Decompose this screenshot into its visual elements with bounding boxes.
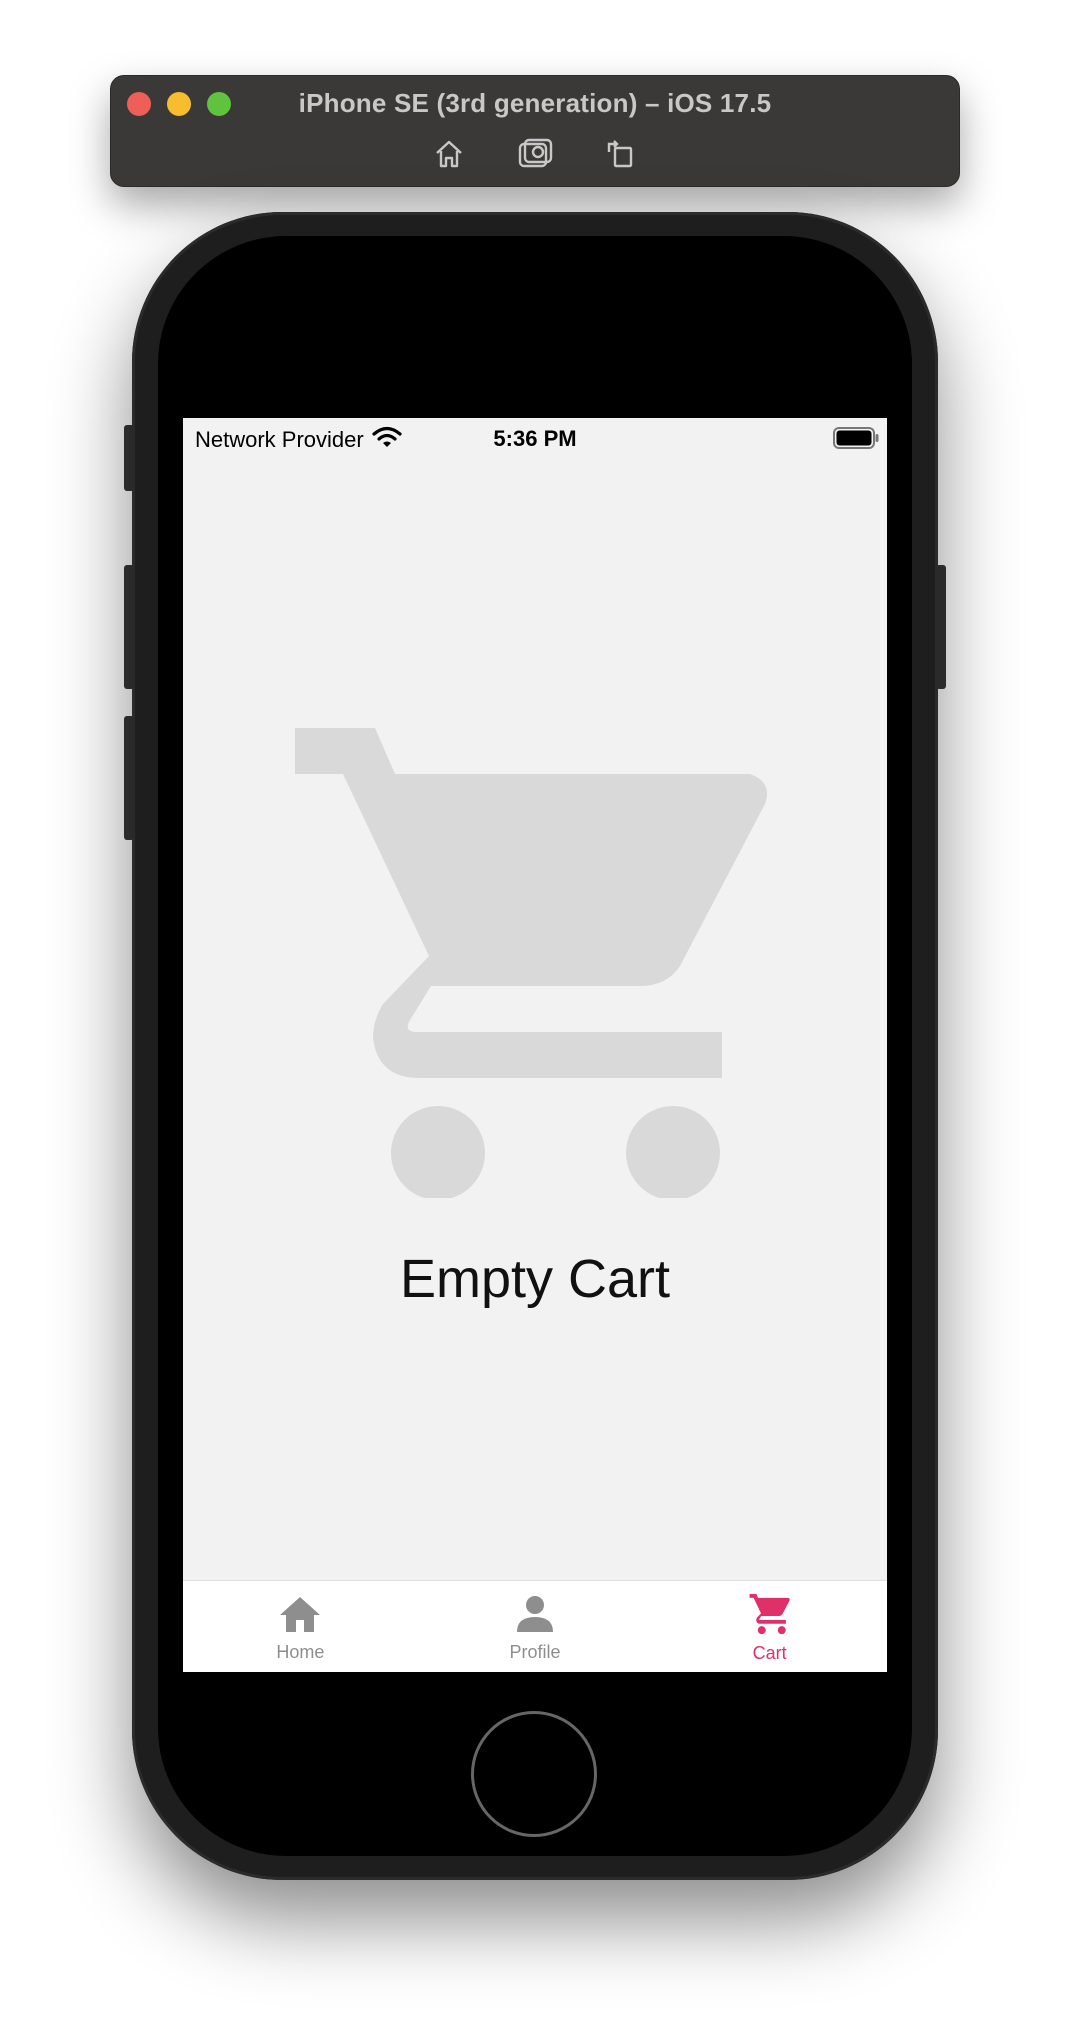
simulator-toolbar	[111, 136, 959, 172]
power-button[interactable]	[936, 565, 946, 689]
tab-cart-label: Cart	[752, 1642, 787, 1663]
person-icon	[515, 1595, 555, 1638]
tab-home[interactable]: Home	[183, 1581, 418, 1672]
battery-icon	[833, 427, 879, 449]
home-icon	[279, 1595, 321, 1638]
empty-cart-state: Empty Cart	[183, 728, 887, 1310]
tab-profile[interactable]: Profile	[418, 1581, 653, 1672]
device-home-button[interactable]	[471, 1711, 597, 1837]
status-time: 5:36 PM	[493, 426, 577, 451]
screenshot-icon[interactable]	[515, 136, 555, 172]
volume-down-button[interactable]	[124, 716, 134, 840]
volume-up-button[interactable]	[124, 565, 134, 689]
tab-cart[interactable]: Cart	[652, 1581, 887, 1672]
status-bar: Network Provider 5:36 PM	[183, 418, 887, 458]
tab-home-label: Home	[276, 1641, 325, 1662]
simulator-window-bar: iPhone SE (3rd generation) – iOS 17.5	[110, 75, 960, 187]
bottom-tab-bar: Home Profile Cart	[183, 1580, 887, 1672]
app-screen: Network Provider 5:36 PM Empty Cart Home…	[183, 418, 887, 1672]
simulator-title: iPhone SE (3rd generation) – iOS 17.5	[298, 88, 772, 118]
empty-cart-title: Empty Cart	[399, 1249, 671, 1309]
cart-icon	[748, 1593, 792, 1639]
shopping-cart-icon	[295, 728, 768, 1198]
mute-switch[interactable]	[124, 425, 134, 491]
home-icon[interactable]	[429, 136, 469, 172]
rotate-icon[interactable]	[601, 136, 641, 172]
tab-profile-label: Profile	[509, 1641, 561, 1662]
